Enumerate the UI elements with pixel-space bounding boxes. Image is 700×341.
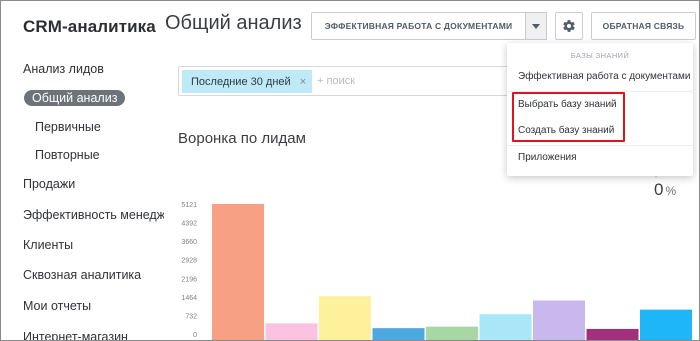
sidebar-item-online-store[interactable]: Интернет-магазин [23,330,128,340]
funnel-bar[interactable] [586,328,639,341]
gear-icon [563,20,575,32]
sidebar-item-my-reports[interactable]: Мои отчеты [23,299,91,313]
sidebar-item-lead-analysis[interactable]: Анализ лидов [23,62,104,76]
funnel-bar[interactable] [212,204,264,341]
sidebar-item-repeat[interactable]: Повторные [35,148,100,162]
knowledge-base-button[interactable]: ЭФФЕКТИВНАЯ РАБОТА С ДОКУМЕНТАМИ [311,12,525,40]
chevron-down-icon [532,23,540,29]
funnel-bar[interactable] [319,296,371,341]
dropdown-divider [507,145,693,146]
app-window: CRM-аналитика Анализ лидов Общий анализ … [0,0,700,341]
sidebar-item-general-analysis[interactable]: Общий анализ [24,90,126,106]
sidebar: CRM-аналитика Анализ лидов Общий анализ … [2,2,175,340]
sidebar-item-sales[interactable]: Продажи [23,177,75,191]
dropdown-item-applications[interactable]: Приложения [518,152,577,163]
dropdown-item-create-knowledge-base[interactable]: Создать базу знаний [518,125,614,136]
y-tick-label: 1464 [181,295,197,302]
sidebar-item-end-to-end-analytics[interactable]: Сквозная аналитика [23,268,141,282]
funnel-bar[interactable] [640,309,692,341]
funnel-bar[interactable] [533,300,585,341]
sidebar-item-primary[interactable]: Первичные [35,120,101,134]
feedback-button[interactable]: ОБРАТНАЯ СВЯЗЬ [591,12,696,40]
funnel-bar[interactable] [372,328,425,341]
y-tick-label: 5121 [181,202,197,209]
knowledge-base-dropdown: БАЗЫ ЗНАНИЙ Эффективная работа с докумен… [507,43,693,176]
sidebar-item-clients[interactable]: Клиенты [23,238,73,252]
y-tick-label: 3660 [181,239,197,246]
dropdown-item-choose-knowledge-base[interactable]: Выбрать базу знаний [518,99,617,110]
app-title: CRM-аналитика [23,17,156,36]
y-tick-label: 0 [193,332,197,339]
knowledge-base-menu-toggle[interactable] [525,12,547,40]
page-title: Общий анализ [165,12,302,34]
sidebar-item-manager-efficiency[interactable]: Эффективность менедж... [23,208,175,222]
dropdown-divider [507,91,693,92]
y-tick-label: 2196 [181,276,197,283]
dropdown-item-document-workflow[interactable]: Эффективная работа с документами [518,71,690,82]
funnel-bar[interactable] [479,314,532,341]
y-tick-label: 2928 [181,258,197,265]
dropdown-section-label: БАЗЫ ЗНАНИЙ [570,51,630,60]
settings-button[interactable] [555,12,583,40]
y-tick-label: 732 [185,313,197,320]
funnel-bar[interactable] [265,323,318,341]
y-tick-label: 4392 [181,221,197,228]
funnel-bar[interactable] [426,326,478,341]
